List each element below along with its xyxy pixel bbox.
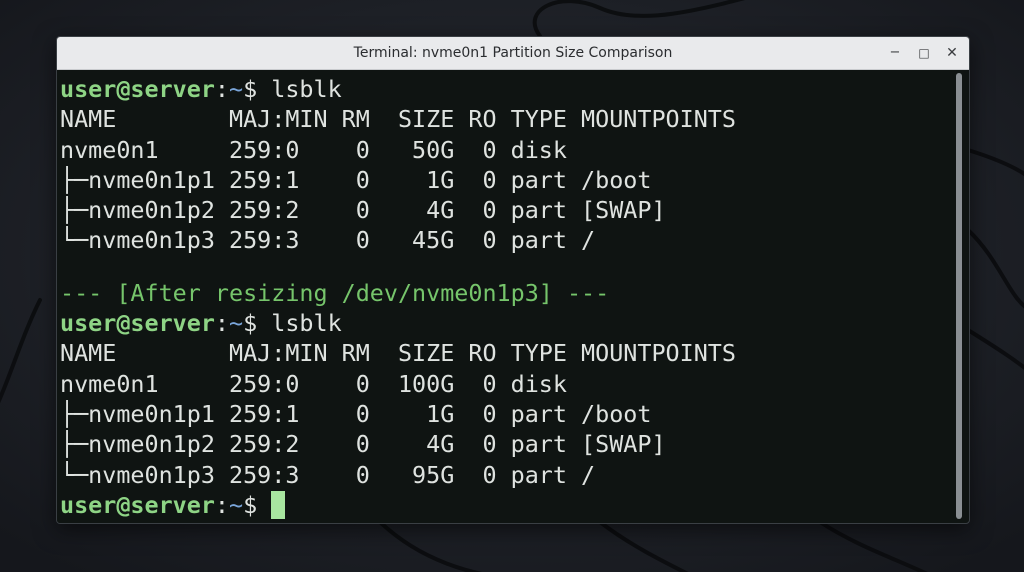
table-row: ├─nvme0n1p1 259:1 0 1G 0 part /boot [60, 165, 652, 194]
prompt-symbol: $ [243, 309, 272, 338]
table-row: ├─nvme0n1p1 259:1 0 1G 0 part /boot [60, 399, 652, 428]
prompt-symbol: $ [243, 490, 272, 519]
prompt-path: ~ [229, 490, 244, 519]
command-text: lsblk [271, 309, 342, 338]
prompt-line: user@server:~$ lsblk [60, 308, 736, 338]
table-row: nvme0n1 259:0 0 50G 0 disk [60, 135, 567, 164]
blank-line [60, 256, 736, 278]
vertical-scrollbar[interactable] [955, 73, 963, 519]
window-title: Terminal: nvme0n1 Partition Size Compari… [353, 45, 673, 61]
command-text: lsblk [271, 75, 342, 103]
title-bar[interactable]: Terminal: nvme0n1 Partition Size Compari… [57, 37, 969, 70]
prompt-user-host: user@server [60, 75, 215, 103]
table-row: nvme0n1 259:0 0 100G 0 disk [60, 369, 567, 398]
close-icon[interactable]: ✕ [942, 43, 962, 63]
prompt-path: ~ [229, 309, 244, 338]
table-header: NAME MAJ:MIN RM SIZE RO TYPE MOUNTPOINTS [60, 339, 736, 368]
prompt-colon: : [214, 75, 229, 103]
scrollbar-thumb[interactable] [956, 73, 962, 519]
maximize-icon[interactable]: □ [914, 43, 934, 63]
table-row: ├─nvme0n1p2 259:2 0 4G 0 part [SWAP] [60, 430, 666, 459]
prompt-user-host: user@server [60, 309, 215, 338]
separator-line: --- [After resizing /dev/nvme0n1p3] --- [60, 278, 610, 307]
table-row: ├─nvme0n1p2 259:2 0 4G 0 part [SWAP] [60, 196, 666, 225]
prompt-colon: : [214, 490, 229, 519]
active-prompt-line[interactable]: user@server:~$ [60, 490, 736, 520]
table-header: NAME MAJ:MIN RM SIZE RO TYPE MOUNTPOINTS [60, 105, 736, 134]
minimize-icon[interactable]: − [885, 43, 905, 63]
table-row: └─nvme0n1p3 259:3 0 45G 0 part / [60, 226, 596, 255]
prompt-path: ~ [229, 75, 244, 103]
table-row: └─nvme0n1p3 259:3 0 95G 0 part / [60, 460, 596, 489]
text-cursor[interactable] [271, 490, 286, 519]
prompt-colon: : [214, 309, 229, 338]
prompt-line: user@server:~$ lsblk [60, 74, 736, 104]
prompt-user-host: user@server [60, 490, 215, 519]
terminal-window: Terminal: nvme0n1 Partition Size Compari… [56, 36, 970, 524]
prompt-symbol: $ [243, 75, 272, 103]
terminal-lines: user@server:~$ lsblk NAME MAJ:MIN RM SIZ… [60, 74, 736, 520]
